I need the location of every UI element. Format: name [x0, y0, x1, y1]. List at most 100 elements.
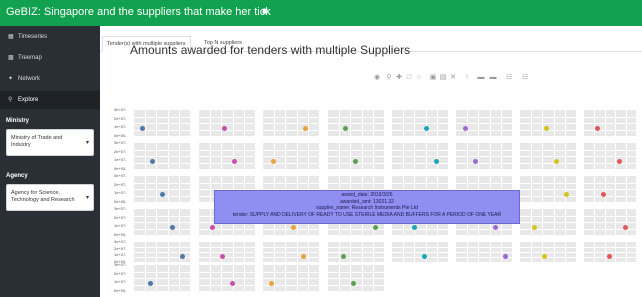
zoom-in-icon[interactable]: □ — [405, 74, 413, 82]
facet-panel — [199, 143, 255, 169]
grid-line — [584, 130, 636, 131]
grid-line — [520, 216, 576, 217]
grid-line — [584, 247, 636, 248]
facet-panel — [263, 143, 319, 169]
facet-panel — [263, 242, 319, 262]
grid-line — [199, 252, 255, 253]
grid-line — [263, 150, 319, 151]
grid-line — [328, 123, 384, 124]
grid-line — [263, 156, 319, 157]
y-tick-label: 0e+00- — [114, 232, 127, 237]
facet-panel — [328, 242, 384, 262]
y-tick-label: 3e+07- — [114, 206, 127, 211]
facet-panel — [456, 242, 512, 262]
grid-line — [456, 163, 512, 164]
ministry-select[interactable]: Ministry of Trade and Industry ▾ — [6, 129, 94, 156]
reset-axes-icon[interactable]: ▤ — [439, 74, 447, 82]
facet-panel — [199, 242, 255, 262]
grid-line — [520, 222, 576, 223]
hover-compare-icon[interactable]: ▬ — [489, 74, 497, 82]
data-point[interactable] — [301, 254, 306, 260]
grid-line — [199, 150, 255, 151]
grid-line — [263, 272, 319, 273]
plotly-logo-icon[interactable]: ☷ — [521, 74, 529, 82]
camera-icon[interactable]: ◉ — [373, 74, 381, 82]
data-point[interactable] — [503, 254, 508, 260]
y-tick-label: 1e+07- — [114, 157, 127, 163]
grid-line — [584, 189, 636, 190]
data-point[interactable] — [607, 254, 612, 260]
grid-line — [456, 252, 512, 253]
y-tick-label: 0e+00- — [114, 133, 127, 138]
y-tick-label: 1e+07- — [114, 252, 127, 258]
grid-line — [134, 216, 190, 217]
hamburger-icon[interactable]: ■ — [262, 7, 272, 17]
grid-line — [456, 229, 512, 230]
grid-line — [328, 156, 384, 157]
spike-lines-icon[interactable]: ✕ — [449, 74, 457, 82]
facet-panel — [584, 143, 636, 169]
grid-line — [134, 272, 190, 273]
data-point[interactable] — [220, 254, 225, 260]
facet-panel — [520, 143, 576, 169]
y-tick-label: 0e+00- — [114, 199, 127, 204]
grid-line — [328, 257, 384, 258]
grid-line — [520, 252, 576, 253]
facet-panel — [328, 110, 384, 136]
grid-line — [134, 189, 190, 190]
agency-select[interactable]: Agency for Science, Technology and Resea… — [6, 184, 94, 211]
hover-compare-icon[interactable]: ▬ — [477, 74, 485, 82]
y-tick-label: 0e+00- — [114, 166, 127, 171]
sidebar-item-label: Treemap — [18, 55, 42, 61]
grid-line — [199, 272, 255, 273]
grid-line — [520, 229, 576, 230]
hover-closest-icon[interactable]: ↑ — [463, 74, 471, 82]
grid-line — [134, 150, 190, 151]
autoscale-icon[interactable]: ▣ — [429, 74, 437, 82]
agency-select-value: Agency for Science, Technology and Resea… — [11, 190, 75, 203]
grid-line — [328, 272, 384, 273]
grid-line — [263, 257, 319, 258]
grid-line — [392, 150, 448, 151]
chevron-down-icon: ▾ — [85, 195, 89, 201]
facet-panel — [456, 143, 512, 169]
data-point[interactable] — [542, 254, 547, 260]
data-point[interactable] — [180, 254, 185, 260]
y-tick-label: 2e+07- — [114, 148, 127, 154]
tooltip-tender: tender: SUPPLY AND DELIVERY OF READY TO … — [232, 211, 502, 218]
grid-line — [520, 247, 576, 248]
y-tick-label: 3e+07- — [114, 107, 127, 112]
sidebar-item-treemap[interactable]: ▩ Treemap — [0, 49, 100, 67]
y-tick-label: 1e+07- — [114, 124, 127, 130]
facet-panel — [584, 176, 636, 202]
grid-line — [199, 278, 255, 279]
facet-panel — [328, 143, 384, 169]
facet-panel — [134, 110, 190, 136]
grid-line — [520, 123, 576, 124]
pan-icon[interactable]: ✚ — [395, 74, 403, 82]
grid-line — [584, 252, 636, 253]
sidebar-item-network[interactable]: ✦ Network — [0, 70, 100, 88]
plotly-logo-icon[interactable]: ☷ — [505, 74, 513, 82]
grid-line — [134, 229, 190, 230]
facet-panel — [456, 110, 512, 136]
grid-line — [199, 257, 255, 258]
grid-line — [392, 183, 448, 184]
y-tick-label: 2e+07- — [114, 245, 127, 251]
sidebar-item-explore[interactable]: ⚲ Explore — [0, 91, 100, 109]
grid-line — [199, 163, 255, 164]
grid-line — [199, 183, 255, 184]
grid-line — [328, 117, 384, 118]
plot-title: Amounts awarded for tenders with multipl… — [130, 43, 411, 57]
grid-line — [199, 130, 255, 131]
grid-line — [328, 183, 384, 184]
sidebar-item-timeseries[interactable]: ▦ Timeseries — [0, 28, 100, 46]
grid-line — [134, 163, 190, 164]
facet-panel — [328, 265, 384, 291]
zoom-icon[interactable]: ⚲ — [385, 74, 393, 82]
grid-line — [134, 247, 190, 248]
data-point[interactable] — [341, 254, 346, 260]
zoom-out-icon[interactable]: ○ — [415, 74, 423, 82]
grid-line — [584, 196, 636, 197]
grid-line — [584, 163, 636, 164]
